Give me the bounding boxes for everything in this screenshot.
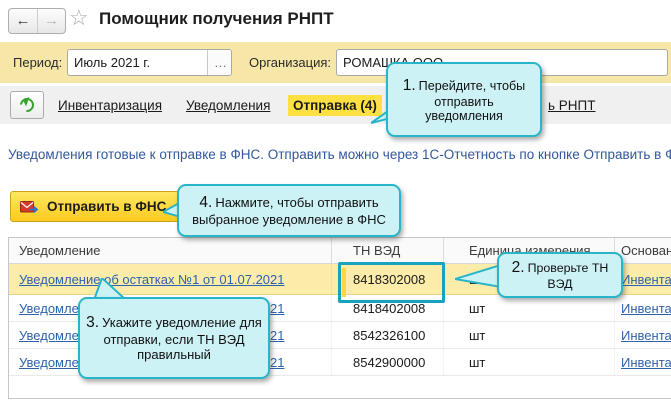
organization-label: Организация: (249, 55, 332, 70)
callout-number: 1. (402, 76, 416, 94)
tab-otpravka-active[interactable]: Отправка (4) (288, 95, 382, 116)
tnved-value: 8418302008 (332, 264, 444, 294)
callout-text: Перейдите, чтобы отправить уведомления (418, 78, 526, 123)
filter-bar: Период: … Организация: (0, 42, 671, 83)
unit-value: шт (444, 349, 615, 375)
forward-button[interactable]: → (37, 9, 65, 33)
send-mail-icon (20, 200, 39, 214)
tab-inventarizaciya[interactable]: Инвентаризация (58, 98, 162, 113)
refresh-button[interactable] (10, 91, 44, 119)
send-button-label: Отправить в ФНС (47, 199, 167, 214)
forward-arrow-icon: → (44, 12, 59, 29)
basis-link[interactable]: Инвента (621, 355, 671, 370)
tab-strip: Инвентаризация Уведомления Отправка (4) … (0, 86, 671, 124)
period-field: … (67, 49, 232, 76)
empty-table-row (9, 376, 671, 398)
rnpt-assistant-window: ← → ☆ Помощник получения РНПТ Период: … … (0, 0, 671, 415)
back-arrow-icon: ← (15, 12, 31, 29)
callout-number: 2. (511, 259, 525, 276)
callout-text: Нажмите, чтобы отправить выбранное уведо… (192, 195, 386, 227)
column-header-basis[interactable]: Основан (615, 238, 671, 263)
send-to-fns-button[interactable]: Отправить в ФНС (10, 191, 182, 222)
period-more-button[interactable]: … (207, 50, 231, 75)
tnved-value: 8418402008 (332, 295, 444, 321)
nav-button-group: ← → (8, 8, 66, 34)
tab-uvedomleniya[interactable]: Уведомления (186, 98, 270, 113)
callout-4-press-send: 4. Нажмите, чтобы отправить выбранное уве… (163, 184, 401, 237)
page-title: Помощник получения РНПТ (99, 9, 334, 28)
column-header-tnved[interactable]: ТН ВЭД (332, 238, 444, 263)
period-label: Период: (13, 55, 63, 70)
period-input[interactable] (68, 50, 207, 75)
callout-tail (455, 263, 501, 289)
callout-3-select-notification: 3. Укажите уведомление для отправки, если… (78, 278, 270, 379)
favorite-star-icon[interactable]: ☆ (69, 5, 89, 31)
callout-2-check-tnved: 2. Проверьте ТН ВЭД (455, 252, 623, 298)
refresh-icon (16, 93, 37, 115)
column-header-notification[interactable]: Уведомление (9, 238, 332, 263)
back-button[interactable]: ← (9, 9, 37, 33)
tnved-value: 8542900000 (332, 349, 444, 375)
callout-text: Укажите уведомление для отправки, если Т… (102, 315, 262, 362)
unit-value: шт (444, 295, 615, 321)
callout-text: Проверьте ТН ВЭД (527, 261, 609, 291)
callout-number: 4. (199, 194, 213, 211)
info-message: Уведомления готовые к отправке в ФНС. От… (8, 147, 671, 162)
unit-value: шт (444, 322, 615, 348)
notification-link[interactable]: Уведомление об остатках №1 от 01.07.2021 (19, 272, 284, 287)
tnved-value: 8542326100 (332, 322, 444, 348)
callout-number: 3. (86, 314, 100, 331)
basis-link[interactable]: Инвента (621, 328, 671, 343)
basis-link[interactable]: Инвента (621, 272, 671, 287)
tab-rnpt-partial[interactable]: ь РНПТ (548, 98, 596, 113)
callout-1-go-to-send: 1. Перейдите, чтобы отправить уведомления (371, 62, 542, 137)
basis-link[interactable]: Инвента (621, 301, 671, 316)
